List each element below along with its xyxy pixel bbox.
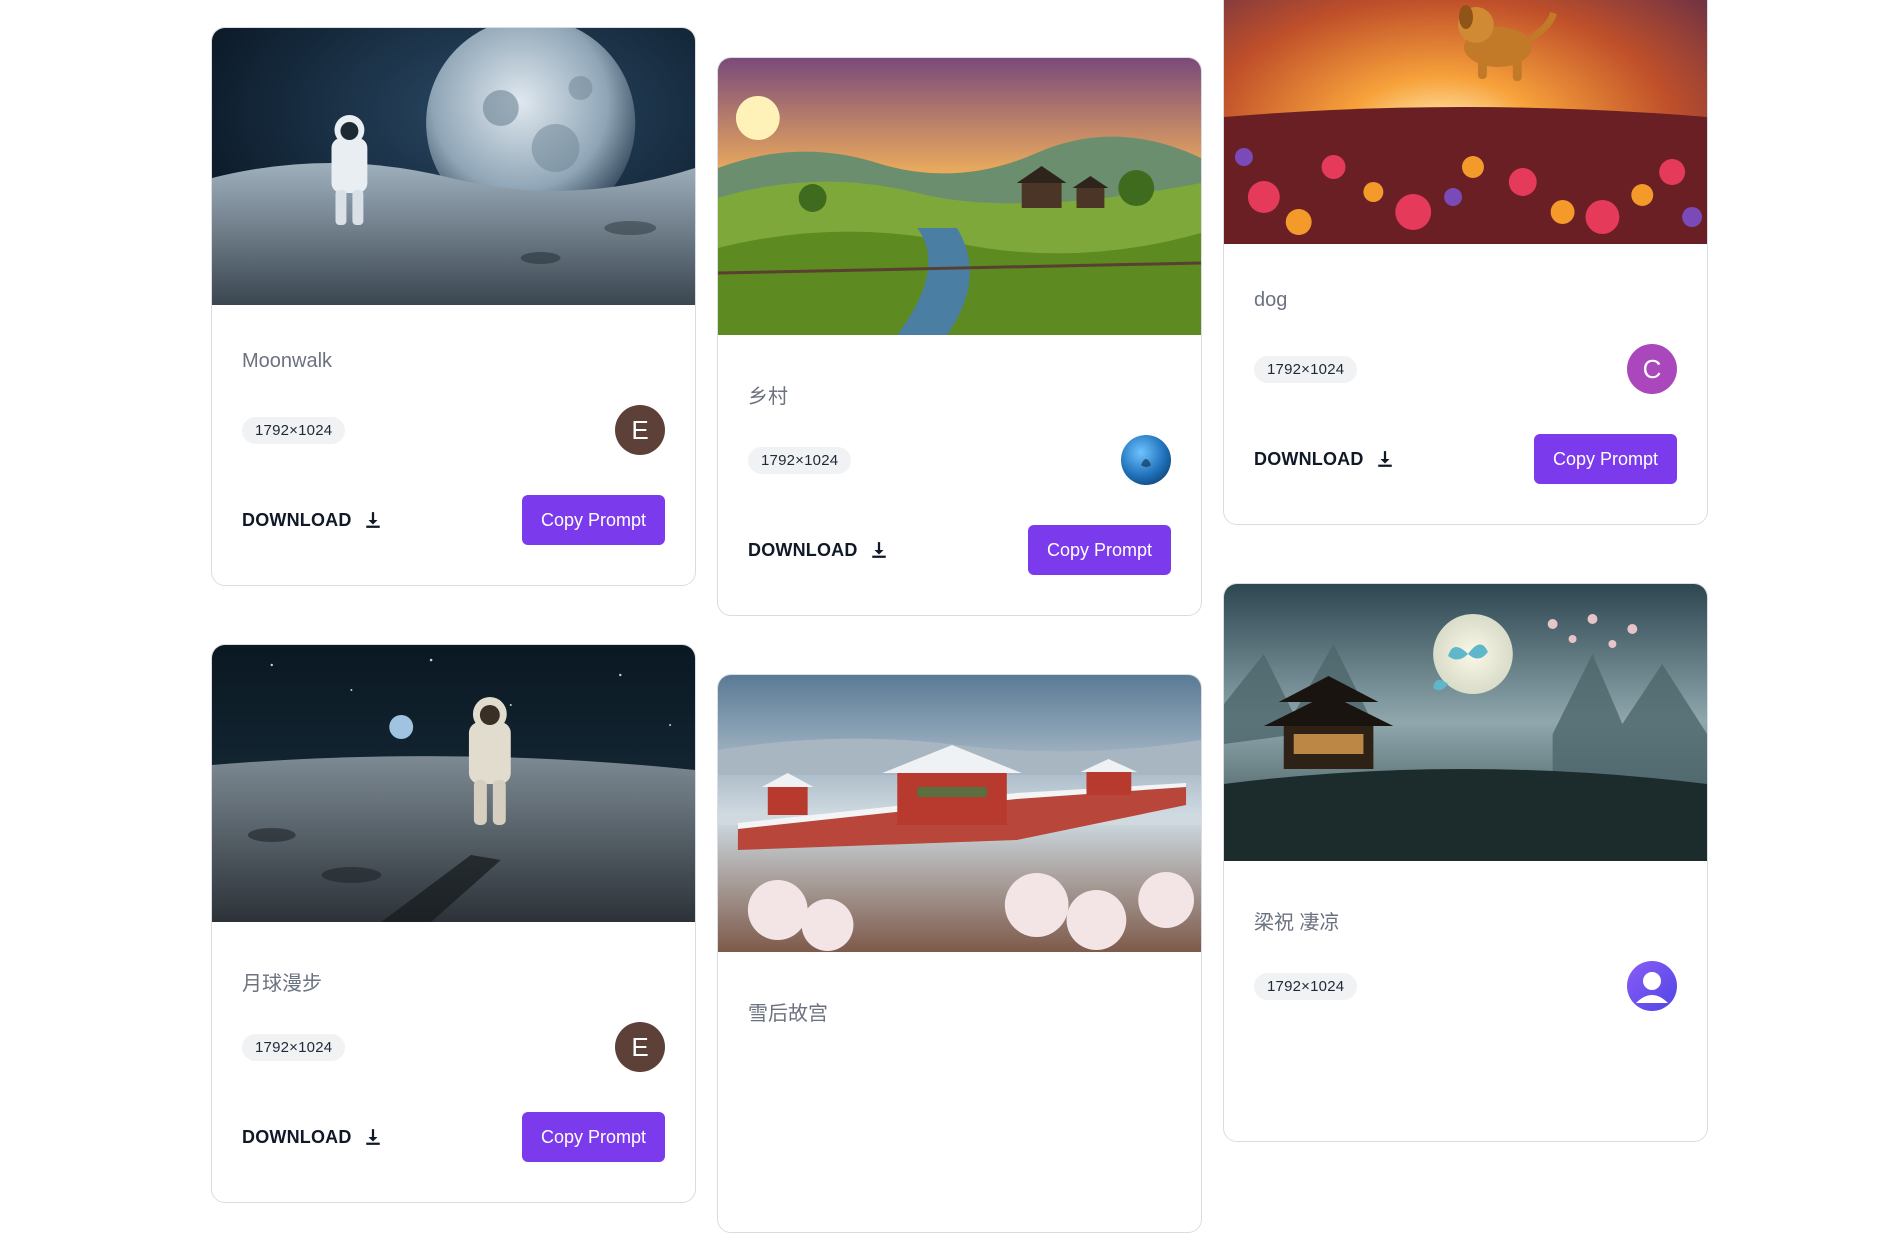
card-title: dog — [1254, 289, 1288, 311]
copy-prompt-button[interactable]: Copy Prompt — [521, 1112, 665, 1162]
avatar-letter: E — [631, 414, 649, 445]
user-avatar[interactable]: E — [615, 1022, 665, 1072]
download-icon — [1377, 451, 1392, 467]
download-button[interactable]: DOWNLOAD — [242, 510, 382, 531]
user-avatar[interactable] — [1121, 435, 1171, 485]
download-button[interactable]: DOWNLOAD — [242, 1127, 382, 1148]
image-card: 梁祝 凄凉 1792×1024 — [1223, 583, 1708, 1142]
image-card: 月球漫步 1792×1024 E DOWNLOAD Copy Prompt — [211, 644, 696, 1203]
user-avatar[interactable]: C — [1627, 344, 1677, 394]
download-label: DOWNLOAD — [242, 509, 352, 530]
card-title: 月球漫步 — [242, 973, 322, 995]
download-icon — [871, 542, 886, 558]
image-card: dog 1792×1024 C DOWNLOAD Copy Prompt — [1223, 0, 1708, 525]
download-button[interactable]: DOWNLOAD — [1254, 449, 1394, 470]
image-card: 乡村 1792×1024 DOWNLOAD Copy Prompt — [717, 57, 1202, 616]
avatar-photo — [1141, 459, 1151, 467]
download-label: DOWNLOAD — [242, 1126, 352, 1147]
image-size-badge: 1792×1024 — [242, 1033, 346, 1061]
download-icon — [365, 1129, 380, 1145]
download-button[interactable]: DOWNLOAD — [748, 540, 888, 561]
user-avatar[interactable] — [1627, 961, 1677, 1011]
generated-image[interactable] — [1224, 0, 1707, 244]
user-avatar[interactable]: E — [615, 405, 665, 455]
card-title: 梁祝 凄凉 — [1254, 912, 1340, 934]
card-title: 乡村 — [748, 386, 788, 408]
card-title: Moonwalk — [242, 350, 333, 372]
generated-image[interactable] — [1224, 584, 1707, 861]
download-label: DOWNLOAD — [1254, 448, 1364, 469]
avatar-letter: E — [631, 1031, 649, 1062]
generated-image[interactable] — [212, 28, 695, 305]
copy-prompt-button[interactable]: Copy Prompt — [1533, 434, 1677, 484]
image-size-badge: 1792×1024 — [1254, 972, 1358, 1000]
generated-image[interactable] — [718, 58, 1201, 335]
download-label: DOWNLOAD — [748, 539, 858, 560]
download-icon — [365, 512, 380, 528]
image-size-badge: 1792×1024 — [1254, 355, 1358, 383]
avatar-letter: C — [1642, 353, 1662, 384]
copy-prompt-button[interactable]: Copy Prompt — [521, 495, 665, 545]
copy-prompt-button[interactable]: Copy Prompt — [1027, 525, 1171, 575]
user-icon — [1636, 972, 1668, 1003]
image-size-badge: 1792×1024 — [242, 416, 346, 444]
image-card: 雪后故宫 — [717, 674, 1202, 1233]
card-title: 雪后故宫 — [748, 1003, 828, 1025]
image-card: Moonwalk 1792×1024 E DOWNLOAD Copy Promp… — [211, 27, 696, 586]
generated-image[interactable] — [212, 645, 695, 922]
image-size-badge: 1792×1024 — [748, 446, 852, 474]
generated-image[interactable] — [718, 675, 1201, 952]
